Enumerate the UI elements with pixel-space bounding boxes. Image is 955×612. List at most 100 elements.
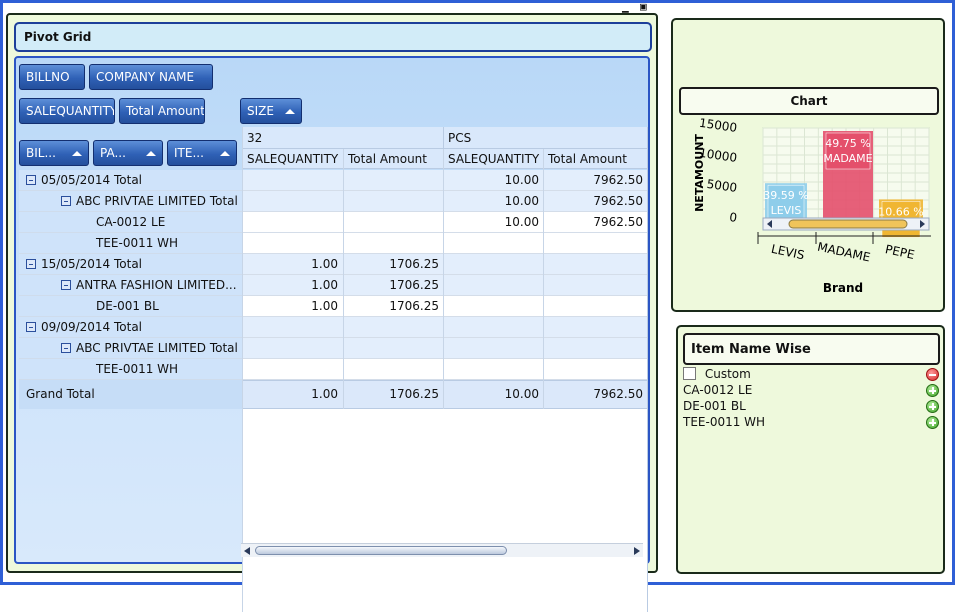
data-label-percent: 49.75 %: [825, 137, 870, 150]
grand-total-cell[interactable]: 1.00: [243, 384, 342, 405]
collapse-icon[interactable]: [26, 175, 36, 185]
filter-field-billno[interactable]: BILLNO: [19, 64, 85, 90]
custom-checkbox[interactable]: [683, 367, 696, 380]
collapse-icon[interactable]: [61, 196, 71, 206]
item-list-entry[interactable]: TEE-0011 WH: [683, 415, 765, 429]
row-header-label[interactable]: ABC PRIVTAE LIMITED Total: [57, 338, 240, 359]
data-cell[interactable]: [243, 359, 342, 380]
row-header-label[interactable]: 05/05/2014 Total: [22, 170, 240, 191]
row-header-label[interactable]: TEE-0011 WH: [92, 233, 240, 254]
data-cell[interactable]: [344, 233, 443, 254]
header-divider: [443, 127, 444, 149]
column-field-size[interactable]: SIZE: [240, 98, 302, 124]
column-divider: [242, 127, 243, 612]
data-cell[interactable]: 7962.50: [544, 212, 647, 233]
custom-filter-row[interactable]: Custom: [683, 367, 751, 381]
row-header-label[interactable]: 15/05/2014 Total: [22, 254, 240, 275]
data-cell[interactable]: [544, 338, 647, 359]
collapse-icon[interactable]: [61, 280, 71, 290]
row-header-label[interactable]: DE-001 BL: [92, 296, 240, 317]
data-cell[interactable]: 1706.25: [344, 296, 443, 317]
data-cell[interactable]: [544, 296, 647, 317]
sort-ascending-icon: [285, 109, 295, 114]
collapse-icon[interactable]: [26, 322, 36, 332]
row-header-label[interactable]: CA-0012 LE: [92, 212, 240, 233]
filter-field-company-name[interactable]: COMPANY NAME: [89, 64, 213, 90]
data-cell[interactable]: 10.00: [444, 212, 543, 233]
y-tick-label: 5000: [706, 177, 738, 195]
row-header-label[interactable]: 09/09/2014 Total: [22, 317, 240, 338]
collapse-icon[interactable]: [26, 259, 36, 269]
y-tick-label: 0: [728, 210, 738, 225]
y-tick-label: 15000: [698, 118, 738, 135]
row-label-text: DE-001 BL: [96, 299, 159, 313]
item-list-entry[interactable]: DE-001 BL: [683, 399, 746, 413]
data-cell[interactable]: 7962.50: [544, 170, 647, 191]
remove-icon[interactable]: [926, 368, 939, 381]
item-name-wise-title: Item Name Wise: [683, 333, 940, 365]
add-icon[interactable]: [926, 400, 939, 413]
data-cell[interactable]: [444, 254, 543, 275]
data-cell[interactable]: [243, 212, 342, 233]
data-cell[interactable]: 7962.50: [544, 191, 647, 212]
grand-total-cell[interactable]: 10.00: [444, 384, 543, 405]
data-cell[interactable]: 10.00: [444, 191, 543, 212]
data-cell[interactable]: 1.00: [243, 275, 342, 296]
horizontal-scrollbar[interactable]: [241, 543, 643, 557]
data-cell[interactable]: [544, 254, 647, 275]
data-cell[interactable]: [544, 317, 647, 338]
data-cell[interactable]: [243, 233, 342, 254]
column-header-32[interactable]: 32: [243, 128, 443, 149]
scrollbar-thumb[interactable]: [255, 546, 507, 555]
header-divider: [242, 148, 647, 149]
data-cell[interactable]: [344, 212, 443, 233]
data-field-total-amount[interactable]: Total Amount: [119, 98, 205, 124]
data-label-percent: 10.66 %: [878, 205, 923, 218]
data-field-salequantity[interactable]: SALEQUANTITY: [19, 98, 115, 124]
data-cell[interactable]: [344, 170, 443, 191]
row-header-label[interactable]: ABC PRIVTAE LIMITED Total: [57, 191, 240, 212]
add-icon[interactable]: [926, 416, 939, 429]
column-header-pcs[interactable]: PCS: [444, 128, 644, 149]
row-label-text: ABC PRIVTAE LIMITED Total: [76, 194, 238, 208]
data-cell[interactable]: [344, 317, 443, 338]
measure-header: Total Amount: [548, 152, 627, 166]
data-cell[interactable]: 1706.25: [344, 254, 443, 275]
data-cell[interactable]: [544, 359, 647, 380]
collapse-icon[interactable]: [61, 343, 71, 353]
row-header-label[interactable]: TEE-0011 WH: [92, 359, 240, 380]
row-label-text: 15/05/2014 Total: [41, 257, 143, 271]
data-cell[interactable]: [444, 338, 543, 359]
data-cell[interactable]: [444, 359, 543, 380]
maximize-icon[interactable]: ▣: [640, 1, 647, 12]
data-cell[interactable]: [344, 338, 443, 359]
column-divider: [647, 127, 648, 612]
item-name-wise-panel: Item Name Wise Custom CA-0012 LE DE-001 B…: [676, 325, 945, 574]
data-cell[interactable]: [444, 275, 543, 296]
data-cell[interactable]: [344, 359, 443, 380]
data-cell[interactable]: [444, 233, 543, 254]
data-cell[interactable]: [544, 275, 647, 296]
data-cell[interactable]: [544, 233, 647, 254]
data-cell[interactable]: [243, 317, 342, 338]
data-cell[interactable]: [444, 296, 543, 317]
data-cell[interactable]: [243, 191, 342, 212]
data-cell[interactable]: [243, 170, 342, 191]
data-cell[interactable]: [344, 191, 443, 212]
add-icon[interactable]: [926, 384, 939, 397]
minimize-icon[interactable]: ▁: [622, 1, 629, 12]
data-cell[interactable]: 1.00: [243, 254, 342, 275]
data-cell[interactable]: 1706.25: [344, 275, 443, 296]
grand-total-cell[interactable]: 1706.25: [344, 384, 443, 405]
pivot-data-area: 32 PCS SALEQUANTITY Total Amount SALEQUA…: [19, 127, 648, 612]
data-cell[interactable]: 10.00: [444, 170, 543, 191]
data-cell[interactable]: [243, 338, 342, 359]
data-cell[interactable]: [444, 317, 543, 338]
item-list-entry[interactable]: CA-0012 LE: [683, 383, 752, 397]
row-header-label[interactable]: ANTRA FASHION LIMITED...: [57, 275, 240, 296]
scroll-left-icon[interactable]: [244, 547, 250, 555]
scroll-right-icon[interactable]: [634, 547, 640, 555]
grand-total-cell[interactable]: 7962.50: [544, 384, 647, 405]
pivot-grid: BILLNO COMPANY NAME SALEQUANTITY Total A…: [14, 56, 650, 612]
data-cell[interactable]: 1.00: [243, 296, 342, 317]
